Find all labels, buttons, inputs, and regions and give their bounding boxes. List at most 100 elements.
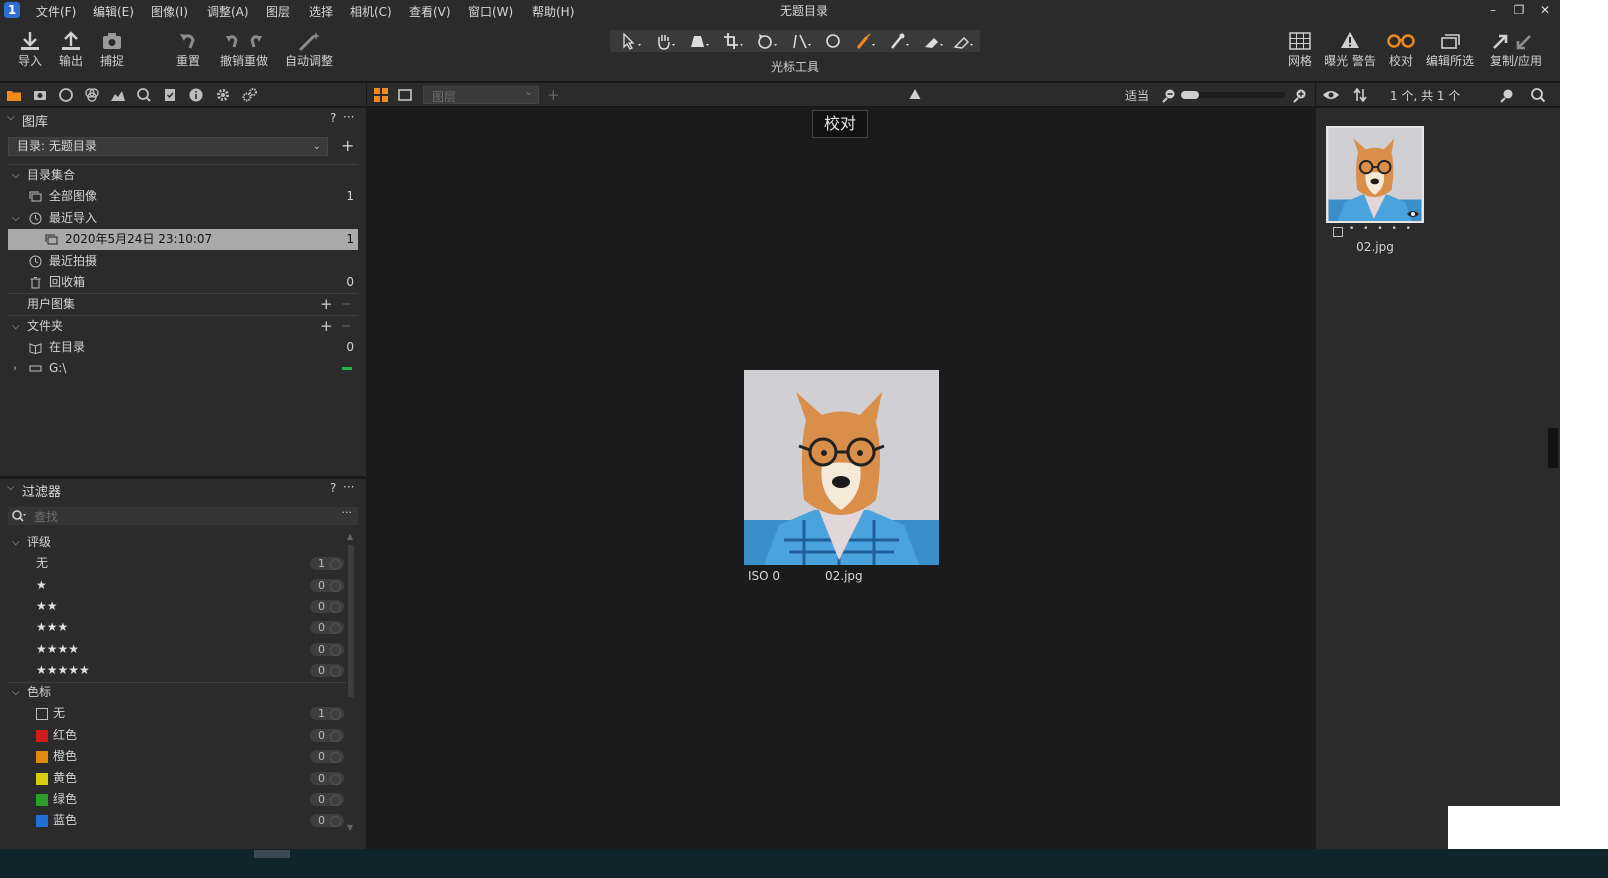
rating-filter-2[interactable]: ★★ 0 <box>8 596 358 617</box>
add-folder-icon[interactable]: + <box>320 316 333 337</box>
zoom-fit-label[interactable]: 适当 <box>1125 87 1149 104</box>
minimize-icon[interactable]: – <box>1480 1 1506 19</box>
proof-button[interactable]: 校对 <box>1375 28 1427 68</box>
menu-edit[interactable]: 编辑(E) <box>93 3 134 20</box>
scroll-up-icon[interactable]: ▲ <box>347 532 353 541</box>
undo-redo-button[interactable]: 撤销重做 <box>218 28 270 68</box>
folders-header[interactable]: ⌵ 文件夹 + − <box>8 316 358 337</box>
collection-trash[interactable]: 回收箱 0 <box>8 272 358 293</box>
settings-gear-icon[interactable] <box>214 86 232 104</box>
add-layer-icon[interactable]: + <box>547 86 560 104</box>
collection-recent-imports[interactable]: ⌵ 最近导入 <box>8 208 358 229</box>
add-catalog-icon[interactable]: + <box>341 137 354 155</box>
rating-filter-4[interactable]: ★★★★ 0 <box>8 639 358 660</box>
adjustments-tab-icon[interactable] <box>161 86 179 104</box>
gradient-icon[interactable] <box>946 30 980 52</box>
color-tag-header[interactable]: ⌵ 色标 <box>8 682 358 703</box>
scroll-down-icon[interactable]: ▼ <box>347 823 353 832</box>
zoom-slider[interactable] <box>1181 91 1285 99</box>
filter-search-input[interactable]: 查找 ··· <box>8 506 358 525</box>
zoom-in-icon[interactable] <box>1292 87 1308 103</box>
details-tab-icon[interactable] <box>135 86 153 104</box>
crop-icon[interactable] <box>716 30 750 52</box>
lens-tab-icon[interactable] <box>57 86 75 104</box>
auto-adjust-button[interactable]: 自动调整 <box>283 28 335 68</box>
exposure-tab-icon[interactable] <box>109 86 127 104</box>
filters-collapse-chevron-icon[interactable]: ⌵ <box>7 482 15 493</box>
filters-scrollbar[interactable] <box>348 545 354 697</box>
select-cursor-icon[interactable] <box>614 30 648 52</box>
circle-mask-icon[interactable] <box>816 30 850 52</box>
edit-selected-button[interactable]: 编辑所选 <box>1422 28 1478 68</box>
straighten-icon[interactable] <box>784 30 818 52</box>
search-options-icon[interactable]: ··· <box>342 506 353 519</box>
thumbnail-02[interactable] <box>1326 126 1424 223</box>
batch-gears-icon[interactable] <box>241 86 259 104</box>
restore-icon[interactable]: ❐ <box>1506 1 1532 19</box>
library-tab-icon[interactable] <box>5 86 23 104</box>
brush-icon[interactable] <box>848 30 882 52</box>
single-view-icon[interactable] <box>397 87 413 103</box>
menu-file[interactable]: 文件(F) <box>36 3 76 20</box>
folder-in-catalog[interactable]: 在目录 0 <box>8 337 358 358</box>
warning-triangle-icon[interactable] <box>908 87 922 101</box>
menu-image[interactable]: 图像(I) <box>151 3 188 20</box>
zoom-out-icon[interactable] <box>1161 87 1177 103</box>
add-collection-icon[interactable]: + <box>320 294 333 315</box>
library-collapse-chevron-icon[interactable]: ⌵ <box>7 112 15 123</box>
copy-apply-button[interactable]: 复制/应用 <box>1486 28 1546 68</box>
keystone-icon[interactable] <box>682 30 716 52</box>
browser-zoom-icon[interactable] <box>1499 87 1515 103</box>
rating-header[interactable]: ⌵ 评级 <box>8 532 358 553</box>
sort-icon[interactable] <box>1352 87 1368 103</box>
filters-help-icon[interactable]: ? <box>330 481 336 495</box>
menu-layers[interactable]: 图层 <box>266 3 290 20</box>
thumbnail-checkbox[interactable] <box>1333 227 1343 237</box>
eraser-icon[interactable] <box>916 30 950 52</box>
multi-view-icon[interactable] <box>373 87 389 103</box>
capture-button[interactable]: 捕捉 <box>86 28 138 68</box>
rating-filter-1[interactable]: ★ 0 <box>8 575 358 596</box>
grid-button[interactable]: 网格 <box>1274 28 1326 68</box>
color-filter-none[interactable]: 无 1 <box>8 703 358 724</box>
picker-icon[interactable] <box>882 30 916 52</box>
rating-filter-3[interactable]: ★★★ 0 <box>8 617 358 638</box>
menu-adjust[interactable]: 调整(A) <box>207 3 249 20</box>
menu-window[interactable]: 窗口(W) <box>468 3 513 20</box>
folder-drive-g[interactable]: › G:\ <box>8 358 358 379</box>
color-filter-yellow[interactable]: 黄色 0 <box>8 768 358 789</box>
color-filter-orange[interactable]: 橙色 0 <box>8 746 358 767</box>
rotate-icon[interactable] <box>750 30 784 52</box>
menu-help[interactable]: 帮助(H) <box>532 3 574 20</box>
filters-more-icon[interactable]: ··· <box>343 480 354 494</box>
color-filter-green[interactable]: 绿色 0 <box>8 789 358 810</box>
remove-collection-icon[interactable]: − <box>341 294 352 315</box>
remove-folder-icon[interactable]: − <box>341 316 352 337</box>
menu-camera[interactable]: 相机(C) <box>350 3 392 20</box>
reset-button[interactable]: 重置 <box>162 28 214 68</box>
library-more-icon[interactable]: ··· <box>343 110 354 124</box>
close-icon[interactable]: ✕ <box>1532 1 1558 19</box>
collection-all-images[interactable]: 全部图像 1 <box>8 186 358 207</box>
rating-filter-none[interactable]: 无 1 <box>8 553 358 574</box>
eye-icon[interactable] <box>1322 88 1340 102</box>
capture-tab-icon[interactable] <box>31 86 49 104</box>
menu-select[interactable]: 选择 <box>309 3 333 20</box>
menu-view[interactable]: 查看(V) <box>409 3 451 20</box>
catalog-select[interactable]: 目录: 无题目录 ⌄ <box>8 137 328 156</box>
exposure-warning-button[interactable]: 曝光 警告 <box>1324 28 1376 68</box>
collections-header[interactable]: ⌵ 目录集合 <box>8 165 358 186</box>
thumbnail-rating-dots[interactable]: • • • • • <box>1349 224 1414 234</box>
pan-hand-icon[interactable] <box>648 30 682 52</box>
library-help-icon[interactable]: ? <box>330 111 336 125</box>
browser-scroll-handle[interactable] <box>1548 428 1558 468</box>
zoom-slider-handle[interactable] <box>1181 91 1199 99</box>
rating-filter-5[interactable]: ★★★★★ 0 <box>8 660 358 681</box>
collection-recent-captures[interactable]: 最近拍摄 <box>8 251 358 272</box>
metadata-tab-icon[interactable] <box>187 86 205 104</box>
layer-select[interactable]: 图层 ⌄ <box>423 86 539 104</box>
user-collections-header[interactable]: 用户图集 + − <box>8 294 358 315</box>
color-filter-red[interactable]: 红色 0 <box>8 725 358 746</box>
browser-search-icon[interactable] <box>1530 87 1546 103</box>
taskbar-active-app[interactable] <box>254 850 290 858</box>
